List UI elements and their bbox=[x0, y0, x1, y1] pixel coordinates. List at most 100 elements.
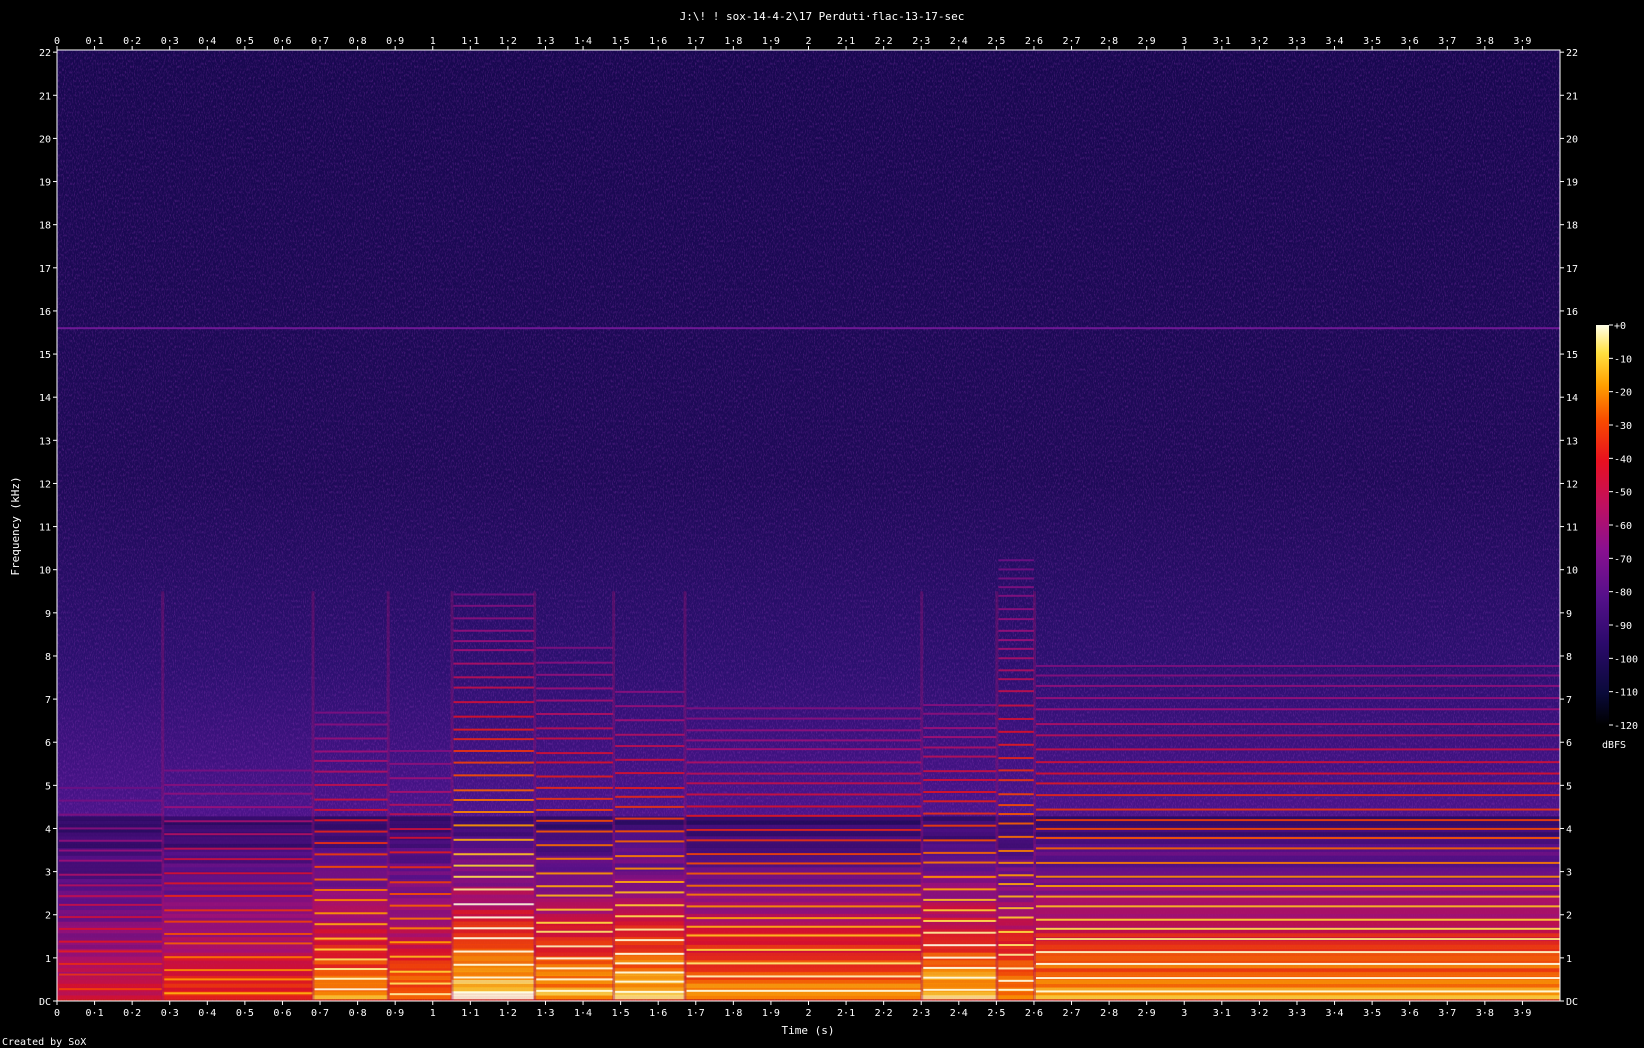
harmonic-line bbox=[453, 963, 535, 966]
energy-band bbox=[684, 994, 922, 1000]
harmonic-line bbox=[615, 962, 685, 965]
harmonic-line bbox=[615, 786, 685, 789]
energy-band bbox=[387, 975, 452, 980]
harmonic-line bbox=[615, 745, 685, 748]
energy-band bbox=[613, 870, 685, 876]
energy-band bbox=[451, 987, 535, 992]
harmonic-line bbox=[314, 770, 388, 773]
energy-band bbox=[996, 901, 1034, 907]
energy-band bbox=[57, 956, 163, 961]
harmonic-line bbox=[923, 944, 997, 947]
energy-band bbox=[534, 835, 614, 841]
harmonic-line bbox=[453, 686, 535, 689]
energy-band bbox=[534, 913, 614, 918]
x-tick-label-top: 2·4 bbox=[950, 36, 968, 47]
harmonic-line bbox=[998, 967, 1034, 970]
harmonic-line bbox=[923, 956, 997, 959]
harmonic-line bbox=[1035, 723, 1560, 726]
harmonic-line bbox=[389, 762, 452, 765]
harmonic-line bbox=[923, 800, 997, 803]
energy-band bbox=[387, 897, 452, 903]
onset-transient bbox=[533, 591, 537, 1001]
y-tick-label-right: 4 bbox=[1566, 824, 1572, 835]
harmonic-line bbox=[314, 937, 388, 940]
energy-band bbox=[1033, 843, 1560, 848]
harmonic-line bbox=[59, 799, 163, 802]
harmonic-line bbox=[615, 840, 685, 843]
energy-band bbox=[1033, 932, 1560, 938]
energy-band bbox=[921, 952, 997, 957]
colorbar-tick-label: -110 bbox=[1614, 688, 1638, 699]
harmonic-line bbox=[536, 908, 614, 911]
energy-band bbox=[451, 994, 535, 1000]
y-tick-label-right: 21 bbox=[1566, 91, 1578, 102]
harmonic-line bbox=[686, 761, 922, 764]
harmonic-line bbox=[164, 978, 313, 981]
energy-band bbox=[613, 921, 685, 926]
x-tick-label-top: 1·2 bbox=[499, 36, 517, 47]
y-tick-label-right: 3 bbox=[1566, 868, 1572, 879]
energy-band bbox=[613, 975, 685, 980]
x-tick-label-bottom: 1·8 bbox=[724, 1008, 742, 1019]
harmonic-line bbox=[1035, 905, 1560, 908]
harmonic-line bbox=[536, 699, 614, 702]
onset-transient bbox=[1032, 591, 1036, 1001]
harmonic-line bbox=[615, 928, 685, 931]
harmonic-line bbox=[453, 593, 535, 596]
energy-band bbox=[387, 948, 452, 953]
harmonic-line bbox=[453, 799, 535, 802]
x-tick-label-top: 1·6 bbox=[649, 36, 667, 47]
harmonic-line bbox=[59, 786, 163, 789]
energy-band bbox=[613, 905, 685, 911]
harmonic-line bbox=[59, 884, 163, 887]
harmonic-line bbox=[453, 824, 535, 827]
energy-band bbox=[996, 925, 1034, 930]
harmonic-line bbox=[615, 733, 685, 736]
energy-band bbox=[57, 816, 163, 821]
energy-band bbox=[312, 894, 388, 899]
constant-tone-line bbox=[57, 327, 1560, 330]
energy-band bbox=[451, 979, 535, 984]
energy-band bbox=[996, 975, 1034, 980]
energy-band bbox=[312, 835, 388, 841]
energy-band bbox=[451, 940, 535, 946]
harmonic-line bbox=[1035, 819, 1560, 822]
x-tick-label-top: 2·5 bbox=[987, 36, 1005, 47]
y-tick-label-right: 1 bbox=[1566, 954, 1572, 965]
energy-band bbox=[57, 897, 163, 903]
harmonic-line bbox=[314, 977, 388, 980]
energy-band bbox=[162, 913, 313, 918]
harmonic-line bbox=[686, 729, 922, 732]
harmonic-line bbox=[536, 661, 614, 664]
energy-band bbox=[387, 921, 452, 926]
harmonic-line bbox=[536, 844, 614, 847]
y-tick-label-left: 9 bbox=[45, 609, 51, 620]
energy-band bbox=[996, 897, 1034, 903]
y-tick-label-right: 10 bbox=[1566, 566, 1578, 577]
x-tick-label-bottom: 1·3 bbox=[536, 1008, 554, 1019]
harmonic-line bbox=[998, 568, 1034, 571]
harmonic-line bbox=[536, 786, 614, 789]
harmonic-line bbox=[1035, 734, 1560, 737]
energy-band bbox=[162, 878, 313, 883]
energy-band bbox=[921, 831, 997, 837]
energy-band bbox=[684, 952, 922, 957]
harmonic-line bbox=[686, 893, 922, 896]
harmonic-line bbox=[615, 758, 685, 761]
energy-band bbox=[684, 936, 922, 942]
harmonic-line bbox=[923, 875, 997, 878]
y-tick-label-right: 8 bbox=[1566, 652, 1572, 663]
energy-band bbox=[996, 843, 1034, 848]
x-tick-label-top: 2·8 bbox=[1100, 36, 1118, 47]
x-tick-label-bottom: 3·9 bbox=[1513, 1008, 1531, 1019]
energy-band bbox=[613, 944, 685, 949]
energy-band bbox=[57, 831, 163, 837]
energy-band bbox=[613, 897, 685, 903]
harmonic-line bbox=[923, 791, 997, 794]
energy-band bbox=[684, 909, 922, 914]
energy-band bbox=[57, 878, 163, 883]
energy-band bbox=[57, 994, 163, 1000]
x-tick-label-top: 3·1 bbox=[1213, 36, 1231, 47]
energy-band bbox=[921, 925, 997, 930]
harmonic-line bbox=[59, 839, 163, 842]
